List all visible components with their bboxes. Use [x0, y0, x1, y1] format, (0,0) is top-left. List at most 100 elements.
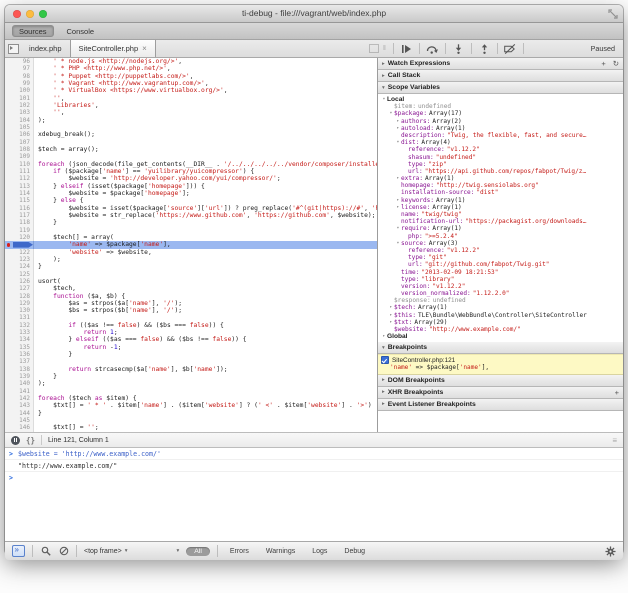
line-number[interactable]: 118 [5, 219, 34, 226]
section-scope-variables[interactable]: ▾ Scope Variables [378, 82, 623, 94]
line-number[interactable]: 103 [5, 109, 34, 116]
section-watch-expressions[interactable]: ▸ Watch Expressions + ↻ [378, 58, 623, 70]
scope-variable-row[interactable]: ▾source:Array(3) [378, 240, 623, 247]
line-number[interactable]: 97 [5, 65, 34, 72]
scope-variable-row[interactable]: name:"twig/twig" [378, 211, 623, 218]
scope-variable-row[interactable]: version_normalized:"1.12.2.0" [378, 290, 623, 297]
line-number[interactable]: 144 [5, 410, 34, 417]
line-number[interactable]: 128 [5, 293, 34, 300]
line-number[interactable]: 116 [5, 205, 34, 212]
scope-variable-row[interactable]: reference:"v1.12.2" [378, 146, 623, 153]
filter-all-button[interactable]: All [186, 547, 210, 556]
filter-warnings-button[interactable]: Warnings [266, 548, 295, 555]
window-resize-icon[interactable] [608, 9, 618, 19]
scope-variable-row[interactable]: ▸$this:TLE\Bundle\WebBundle\Controller\S… [378, 312, 623, 319]
section-call-stack[interactable]: ▸ Call Stack [378, 70, 623, 82]
line-number[interactable]: 109 [5, 153, 34, 160]
scope-variable-row[interactable]: installation-source:"dist" [378, 189, 623, 196]
scope-variable-row[interactable]: ▸$tech:Array(1) [378, 304, 623, 311]
scope-variable-row[interactable]: $item:undefined [378, 103, 623, 110]
file-tab-sitecontroller-php[interactable]: SiteController.php × [70, 40, 156, 57]
scope-variable-row[interactable]: type:"zip" [378, 161, 623, 168]
breakpoint-checkbox[interactable] [381, 356, 389, 364]
scope-variable-row[interactable]: ▾require:Array(1) [378, 225, 623, 232]
breakpoint-marker[interactable] [5, 241, 34, 248]
line-number[interactable]: 133 [5, 329, 34, 336]
line-number[interactable]: 115 [5, 197, 34, 204]
scope-variable-row[interactable]: type:"git" [378, 254, 623, 261]
line-number[interactable]: 136 [5, 351, 34, 358]
line-number[interactable]: 99 [5, 80, 34, 87]
console-input-row[interactable]: > [5, 472, 623, 483]
line-number[interactable]: 125 [5, 271, 34, 278]
close-window-button[interactable] [13, 10, 21, 18]
line-number[interactable]: 96 [5, 58, 34, 65]
deactivate-breakpoints-button[interactable] [504, 43, 517, 54]
line-number[interactable]: 130 [5, 307, 34, 314]
line-number[interactable]: 107 [5, 139, 34, 146]
line-number[interactable]: 134 [5, 336, 34, 343]
line-number[interactable]: 105 [5, 124, 34, 131]
line-number[interactable]: 135 [5, 344, 34, 351]
line-number[interactable]: 122 [5, 249, 34, 256]
tab-sources[interactable]: Sources [12, 25, 54, 37]
scope-variable-row[interactable]: ▾Local [378, 96, 623, 103]
scope-variable-row[interactable]: description:"Twig, the flexible, fast, a… [378, 132, 623, 139]
line-number[interactable]: 117 [5, 212, 34, 219]
minimize-window-button[interactable] [26, 10, 34, 18]
line-number[interactable]: 106 [5, 131, 34, 138]
line-number[interactable]: 137 [5, 358, 34, 365]
scope-variable-row[interactable]: ▸extra:Array(1) [378, 175, 623, 182]
drag-handle-icon[interactable]: ≡ [612, 436, 617, 445]
file-tab-index-php[interactable]: index.php [21, 40, 70, 57]
line-number[interactable]: 127 [5, 285, 34, 292]
scope-variable-row[interactable]: ▾dist:Array(4) [378, 139, 623, 146]
scope-variable-row[interactable]: url:"https://api.github.com/repos/fabpot… [378, 168, 623, 175]
scope-variable-row[interactable]: ▸license:Array(1) [378, 204, 623, 211]
context-dropdown-icon[interactable]: ▾ [177, 548, 180, 554]
scope-variable-row[interactable]: shasum:"undefined" [378, 154, 623, 161]
pretty-print-button[interactable]: {} [26, 436, 35, 445]
filter-logs-button[interactable]: Logs [312, 548, 327, 555]
section-dom-breakpoints[interactable]: ▸ DOM Breakpoints [378, 375, 623, 387]
line-number[interactable]: 110 [5, 161, 34, 168]
line-number[interactable]: 143 [5, 402, 34, 409]
line-number[interactable]: 114 [5, 190, 34, 197]
filter-debug-button[interactable]: Debug [344, 548, 365, 555]
step-out-button[interactable] [478, 43, 491, 54]
step-into-button[interactable] [452, 43, 465, 54]
scope-variable-row[interactable]: ▸$txt:Array(29) [378, 319, 623, 326]
console-input-row[interactable]: >$website = 'http://www.example.com/' [5, 448, 623, 460]
step-over-button[interactable] [426, 43, 439, 54]
line-number[interactable]: 111 [5, 168, 34, 175]
line-number[interactable]: 131 [5, 314, 34, 321]
settings-button[interactable] [605, 546, 616, 557]
search-button[interactable] [40, 546, 51, 557]
frame-selector-dropdown[interactable]: <top frame> ▾ [84, 548, 128, 555]
line-number[interactable]: 101 [5, 95, 34, 102]
line-number[interactable]: 108 [5, 146, 34, 153]
zoom-window-button[interactable] [39, 10, 47, 18]
line-number[interactable]: 113 [5, 183, 34, 190]
refresh-watch-expressions-button[interactable]: ↻ [613, 59, 619, 68]
line-number[interactable]: 140 [5, 380, 34, 387]
line-number[interactable]: 145 [5, 417, 34, 424]
scope-variable-row[interactable]: ▸autoload:Array(1) [378, 125, 623, 132]
resume-button[interactable] [400, 43, 413, 54]
scope-variable-row[interactable]: $website:"http://www.example.com/" [378, 326, 623, 333]
line-number[interactable]: 98 [5, 73, 34, 80]
breakpoint-entry[interactable]: SiteController.php:121 'name' => $packag… [378, 354, 623, 375]
line-number[interactable]: 141 [5, 388, 34, 395]
scope-variable-row[interactable]: type:"library" [378, 276, 623, 283]
scope-variable-row[interactable]: homepage:"http://twig.sensiolabs.org" [378, 182, 623, 189]
window-titlebar[interactable]: ti-debug - file:///vagrant/web/index.php [5, 5, 623, 23]
section-xhr-breakpoints[interactable]: ▸ XHR Breakpoints + [378, 387, 623, 399]
scope-variable-row[interactable]: reference:"v1.12.2" [378, 247, 623, 254]
line-number[interactable]: 132 [5, 322, 34, 329]
line-number[interactable]: 104 [5, 117, 34, 124]
scope-variable-row[interactable]: version:"v1.12.2" [378, 283, 623, 290]
scope-variable-row[interactable]: $response:undefined [378, 297, 623, 304]
console-drawer[interactable]: >$website = 'http://www.example.com/'"ht… [5, 448, 623, 541]
line-number[interactable]: 146 [5, 424, 34, 431]
filter-errors-button[interactable]: Errors [230, 548, 249, 555]
